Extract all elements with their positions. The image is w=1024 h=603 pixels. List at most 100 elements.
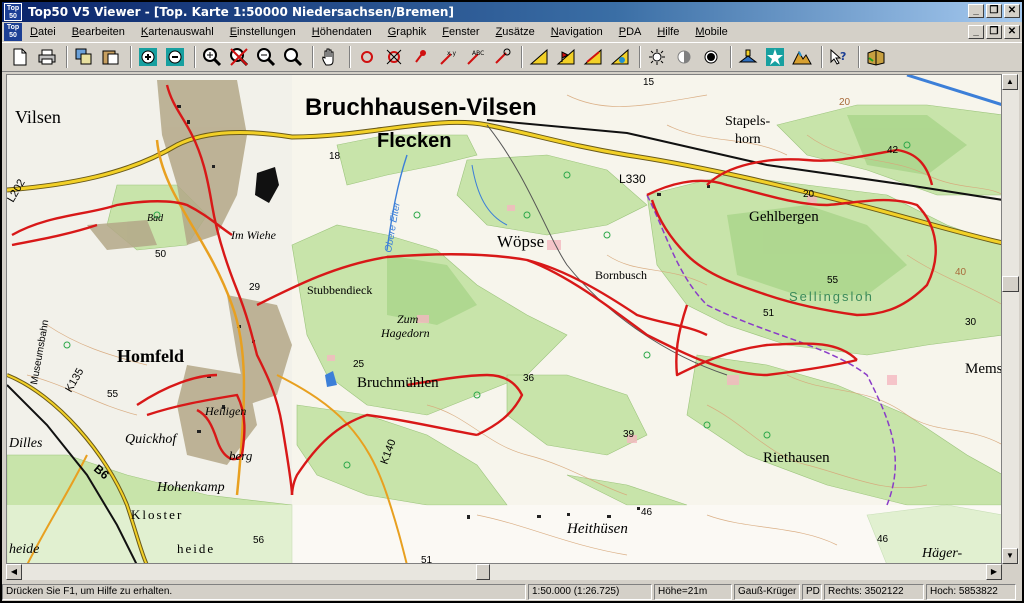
menu-bearbeiten[interactable]: Bearbeiten (64, 22, 133, 42)
elev-55b: 55 (107, 389, 119, 400)
minimize-button[interactable]: _ (968, 4, 984, 18)
zoom-fit-icon[interactable] (281, 46, 304, 69)
label-dilles: Dilles (8, 436, 43, 451)
toolbar-separator (66, 46, 68, 68)
elev-46a: 46 (641, 507, 653, 518)
zoom-minus-icon[interactable] (163, 46, 186, 69)
vertical-scrollbar[interactable]: ▲ ▼ (1002, 74, 1019, 564)
label-berg: berg (229, 448, 253, 463)
hand-pan-icon[interactable] (318, 46, 341, 69)
document-logo-icon[interactable]: Top 50 (4, 23, 22, 41)
menu-kartenauswahl[interactable]: Kartenauswahl (133, 22, 222, 42)
elev-40: 40 (955, 267, 967, 278)
menu-datei[interactable]: Datei (22, 22, 64, 42)
app-logo-icon: Top 50 (4, 3, 22, 21)
elev-50: 50 (155, 249, 167, 260)
menu-graphik[interactable]: Graphik (380, 22, 435, 42)
label-town-main: Bruchhausen-Vilsen (305, 94, 537, 121)
label-riethausen: Riethausen (763, 450, 830, 466)
doc-minimize-button[interactable]: _ (968, 25, 984, 39)
menu-hoehendaten[interactable]: Höhendaten (304, 22, 380, 42)
dot-icon[interactable] (699, 46, 722, 69)
elev-18: 18 (329, 151, 341, 162)
label-heide-1: heide (177, 541, 215, 556)
gps-icon[interactable] (736, 46, 759, 69)
label-haeger: Häger- (921, 546, 962, 561)
zoom-cross-icon[interactable] (227, 46, 250, 69)
menu-hilfe[interactable]: Hilfe (649, 22, 687, 42)
elev-46b: 46 (877, 534, 889, 545)
triangle-ruler-icon[interactable] (581, 46, 604, 69)
scroll-down-arrow-icon[interactable]: ▼ (1002, 548, 1018, 564)
label-road-l330: L330 (619, 172, 646, 186)
toolbar-separator (194, 46, 196, 68)
horizontal-scroll-thumb[interactable] (476, 564, 490, 580)
elev-30: 30 (965, 317, 977, 328)
hand-grab-icon[interactable] (490, 46, 513, 69)
scroll-up-arrow-icon[interactable]: ▲ (1002, 74, 1018, 90)
vertical-scroll-thumb[interactable] (1002, 276, 1019, 292)
label-vilsen: Vilsen (15, 107, 61, 127)
brightness-icon[interactable] (645, 46, 668, 69)
measure-abc-icon[interactable]: ABC (463, 46, 486, 69)
toolbar-separator (312, 46, 314, 68)
map-canvas[interactable]: Bruchhausen-Vilsen Flecken Vilsen Stapel… (7, 75, 1002, 564)
restore-button[interactable]: ❐ (986, 4, 1002, 18)
toolbar-separator (521, 46, 523, 68)
menu-zusaetze[interactable]: Zusätze (488, 22, 543, 42)
label-quickhof: Quickhof (125, 432, 178, 447)
toolbar-separator (130, 46, 132, 68)
doc-close-button[interactable]: ✕ (1004, 25, 1020, 39)
label-mems: Mems (965, 361, 1002, 377)
zoom-out-icon[interactable] (254, 46, 277, 69)
copy-map-icon[interactable] (72, 46, 95, 69)
circle-cross-icon[interactable] (382, 46, 405, 69)
app-window: Top 50 Top50 V5 Viewer - [Top. Karte 1:5… (2, 2, 1022, 601)
toolbar-separator (349, 46, 351, 68)
print-icon[interactable] (35, 46, 58, 69)
label-gehlbergen: Gehlbergen (749, 209, 819, 225)
menu-einstellungen[interactable]: Einstellungen (222, 22, 304, 42)
triangle-angle-icon[interactable] (608, 46, 631, 69)
status-projection: Gauß-Krüger (734, 583, 800, 600)
menu-mobile[interactable]: Mobile (687, 22, 735, 42)
label-heithuesen: Heithüsen (566, 521, 628, 537)
window-title: Top50 V5 Viewer - [Top. Karte 1:50000 Ni… (28, 5, 454, 19)
menu-navigation[interactable]: Navigation (543, 22, 611, 42)
zoom-in-icon[interactable] (200, 46, 223, 69)
book-icon[interactable] (864, 46, 887, 69)
zoom-plus-icon[interactable] (136, 46, 159, 69)
pin-icon[interactable] (409, 46, 432, 69)
elev-20a: 20 (839, 97, 851, 108)
svg-text:ABC: ABC (472, 50, 484, 57)
elev-55a: 55 (827, 275, 839, 286)
menu-fenster[interactable]: Fenster (434, 22, 487, 42)
measure-icon[interactable]: x,y (436, 46, 459, 69)
circle-icon[interactable] (355, 46, 378, 69)
help-pointer-icon[interactable]: ? (827, 46, 850, 69)
scroll-left-arrow-icon[interactable]: ◀ (6, 564, 22, 580)
doc-restore-button[interactable]: ❐ (986, 25, 1002, 39)
label-hagedorn: Hagedorn (380, 326, 430, 340)
label-stapelshorn-1: Stapels- (725, 114, 770, 129)
map-viewport[interactable]: Bruchhausen-Vilsen Flecken Vilsen Stapel… (6, 74, 1002, 564)
label-woepse: Wöpse (497, 232, 544, 251)
label-stubbendieck: Stubbendieck (307, 283, 372, 297)
elev-15: 15 (643, 77, 655, 88)
status-rechts: Rechts: 3502122 (824, 583, 924, 600)
new-icon[interactable] (8, 46, 31, 69)
triangle-flag-icon[interactable] (554, 46, 577, 69)
toolbar-separator (858, 46, 860, 68)
triangle-icon[interactable] (527, 46, 550, 69)
contrast-icon[interactable] (672, 46, 695, 69)
menu-pda[interactable]: PDA (611, 22, 650, 42)
star-icon[interactable] (763, 46, 786, 69)
horizontal-scrollbar[interactable]: ◀ ▶ (6, 564, 1002, 580)
scroll-right-arrow-icon[interactable]: ▶ (986, 564, 1002, 580)
paste-map-icon[interactable] (99, 46, 122, 69)
mountain-icon[interactable] (790, 46, 813, 69)
label-hohenkamp: Hohenkamp (156, 480, 225, 495)
close-button[interactable]: ✕ (1004, 4, 1020, 18)
title-bar[interactable]: Top 50 Top50 V5 Viewer - [Top. Karte 1:5… (2, 2, 1022, 22)
status-hoch: Hoch: 5853822 (926, 583, 1016, 600)
